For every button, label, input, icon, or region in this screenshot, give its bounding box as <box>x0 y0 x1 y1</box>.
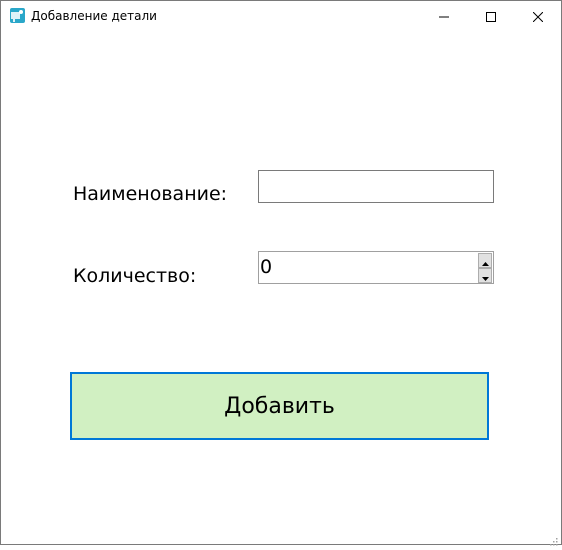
quantity-value[interactable]: 0 <box>260 256 272 278</box>
maximize-icon <box>486 7 496 26</box>
close-button[interactable] <box>515 1 561 31</box>
app-icon <box>10 8 25 23</box>
close-icon <box>532 7 544 26</box>
maximize-button[interactable] <box>468 1 514 31</box>
quantity-label: Количество: <box>73 265 197 287</box>
name-field[interactable] <box>258 170 494 203</box>
window-title: Добавление детали <box>31 9 157 23</box>
minimize-icon <box>439 7 449 26</box>
name-input[interactable] <box>259 171 493 202</box>
stepper-buttons <box>478 253 492 283</box>
chevron-down-icon <box>481 266 489 285</box>
title-bar[interactable]: Добавление детали <box>1 1 561 31</box>
name-label: Наименование: <box>73 183 228 205</box>
dialog-window: Добавление детали Наименование: Количест… <box>0 0 562 546</box>
resize-grip-icon[interactable] <box>548 531 558 546</box>
quantity-stepper[interactable]: 0 <box>258 251 494 284</box>
add-button[interactable]: Добавить <box>70 372 489 440</box>
minimize-button[interactable] <box>421 1 467 31</box>
stepper-down-button[interactable] <box>478 268 492 283</box>
